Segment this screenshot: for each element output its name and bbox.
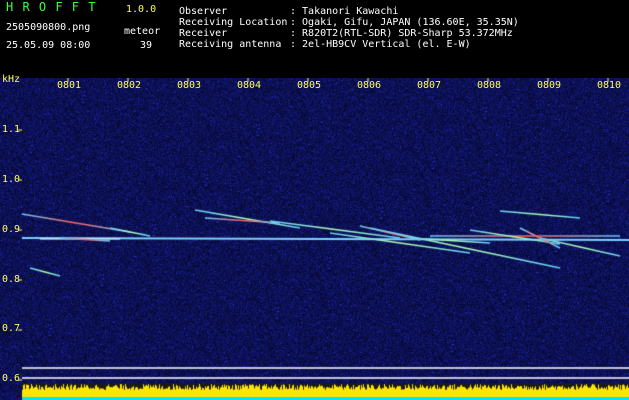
x-tick-label: 0810: [597, 80, 622, 91]
x-tick-label: 0804: [237, 80, 262, 91]
y-axis-unit: kHz: [2, 74, 21, 85]
x-tick-label: 0802: [117, 80, 142, 91]
y-tick-label: 0.7: [2, 323, 21, 334]
header-panel: H R O F F T 1.0.0 2505090800.png 25.05.0…: [0, 0, 629, 78]
info-key-observer: Observer: [179, 6, 228, 17]
app-version: 1.0.0: [126, 4, 157, 15]
info-value-receiver: : R820T2(RTL-SDR) SDR-Sharp 53.372MHz: [290, 28, 513, 39]
x-tick-label: 0805: [297, 80, 322, 91]
info-value-antenna: : 2el-HB9CV Vertical (el. E-W): [290, 39, 471, 50]
info-value-observer: : Takanori Kawachi: [290, 6, 399, 17]
info-value-location: : Ogaki, Gifu, JAPAN (136.60E, 35.35N): [290, 17, 519, 28]
info-key-receiver: Receiver: [179, 28, 228, 39]
y-tick-label: 0.9: [2, 224, 21, 235]
meteor-count: 39: [140, 40, 153, 51]
meteor-label: meteor: [124, 26, 161, 37]
file-name: 2505090800.png: [6, 22, 91, 33]
spectrogram-canvas: [0, 78, 629, 400]
file-datetime: 25.05.09 08:00: [6, 40, 91, 51]
y-tick-label: 0.6: [2, 373, 21, 384]
x-tick-label: 0807: [417, 80, 442, 91]
info-key-antenna: Receiving antenna: [179, 39, 282, 50]
app-title: H R O F F T: [6, 0, 97, 14]
x-tick-label: 0809: [537, 80, 562, 91]
x-tick-label: 0803: [177, 80, 202, 91]
x-tick-label: 0808: [477, 80, 502, 91]
y-tick-label: 1.1: [2, 124, 21, 135]
info-key-location: Receiving Location: [179, 17, 288, 28]
x-tick-label: 0806: [357, 80, 382, 91]
y-tick-label: 0.8: [2, 274, 21, 285]
y-tick-label: 1.0: [2, 174, 21, 185]
x-tick-label: 0801: [57, 80, 82, 91]
